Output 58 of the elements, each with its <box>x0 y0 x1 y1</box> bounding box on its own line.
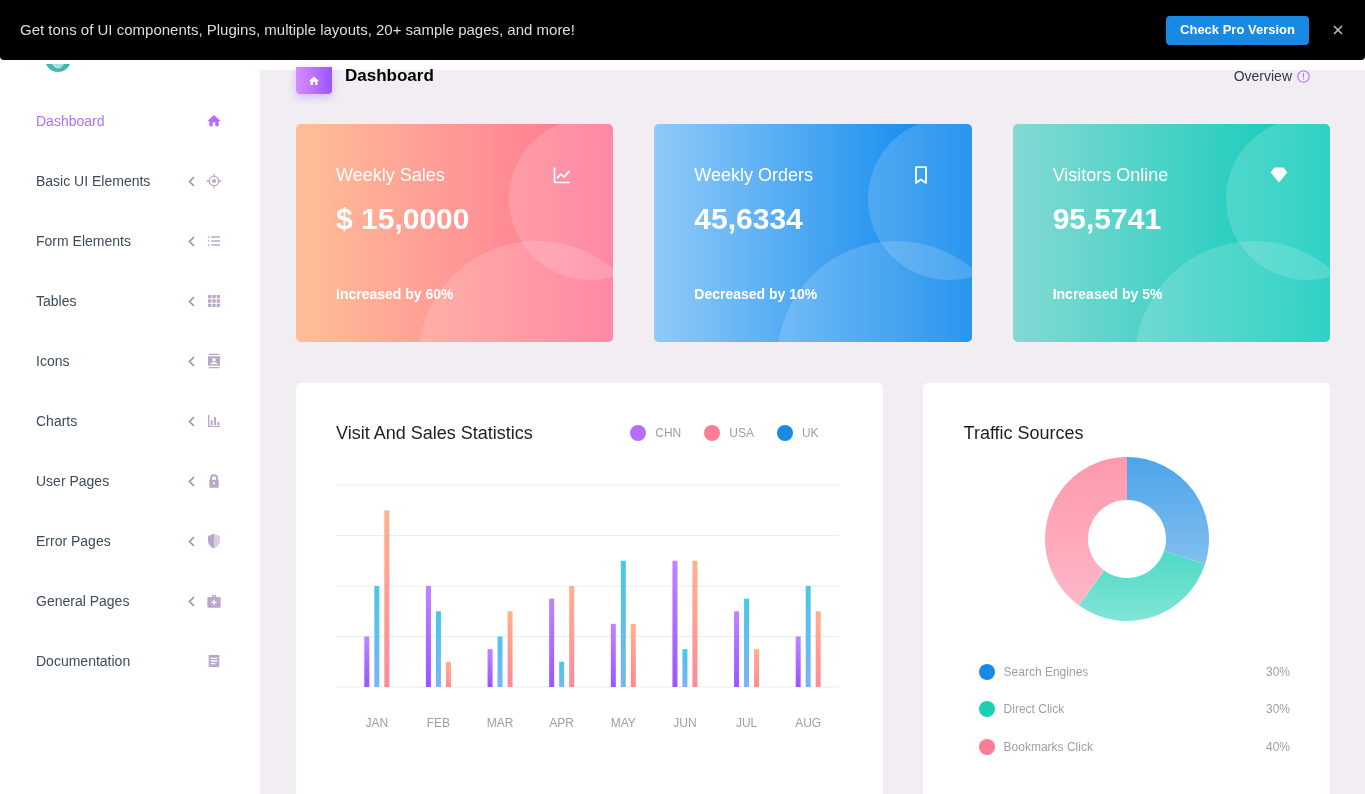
promo-text: Get tons of UI components, Plugins, multiple layouts, 20+ sample pages, and more! <box>20 19 575 40</box>
check-pro-button[interactable]: Check Pro Version <box>1166 15 1309 45</box>
legend-value: 30% <box>1265 701 1290 719</box>
card-title: Visitors Online <box>1052 164 1169 186</box>
lock-icon <box>206 473 222 489</box>
sidebar-item[interactable]: General Pages <box>0 571 260 631</box>
stat-change-text: Increased by 5% <box>1052 285 1164 304</box>
sidebar-item[interactable]: User Pages <box>0 451 260 511</box>
stat-value: 95,5741 <box>1052 201 1163 237</box>
list-icon <box>206 233 222 249</box>
card-title: Traffic Sources <box>963 422 1084 445</box>
document-icon <box>206 653 222 669</box>
shield-icon <box>206 533 222 549</box>
card-title: Visit And Sales Statistics <box>336 422 533 445</box>
home-icon <box>206 113 222 129</box>
legend-label: UK <box>801 425 819 442</box>
stat-change-text: Increased by 60% <box>336 285 455 304</box>
home-icon <box>296 67 332 94</box>
crosshair-icon <box>206 173 222 189</box>
contact-card-icon <box>206 353 222 369</box>
legend-label: USA <box>729 425 754 442</box>
diamond-icon <box>1269 165 1289 185</box>
info-icon <box>1297 69 1310 83</box>
card-title: Weekly Sales <box>336 164 445 186</box>
logo-icon <box>46 64 70 72</box>
legend-label: CHN <box>655 425 682 442</box>
legend-value: 40% <box>1265 738 1290 756</box>
close-icon <box>1333 25 1343 35</box>
sidebar-item[interactable]: Form Elements <box>0 211 260 271</box>
close-button[interactable] <box>1333 25 1343 35</box>
breadcrumb-text: Overview <box>1233 67 1292 85</box>
axis-label: FEB <box>426 716 451 730</box>
axis-label: JUN <box>673 716 697 730</box>
axis-label: APR <box>549 716 575 730</box>
sidebar-item[interactable]: Charts <box>0 391 260 451</box>
axis-label: MAY <box>610 716 636 730</box>
axis-label: AUG <box>795 716 822 730</box>
axis-label: MAR <box>486 716 514 730</box>
stat-value: $ 15,0000 <box>336 201 471 237</box>
legend-label: Bookmarks Click <box>1003 738 1093 756</box>
grid-icon <box>206 293 222 309</box>
line-chart-icon <box>552 165 573 185</box>
axis-label: JUL <box>735 716 758 730</box>
sidebar-item[interactable]: Icons <box>0 331 260 391</box>
sidebar-item[interactable]: Tables <box>0 271 260 331</box>
sidebar-item[interactable]: Basic UI Elements <box>0 151 260 211</box>
legend-value: 30% <box>1265 663 1290 681</box>
stat-value: 45,6334 <box>694 201 804 237</box>
sidebar-item[interactable]: Error Pages <box>0 511 260 571</box>
page-title: Dashboard <box>345 67 434 85</box>
legend-label: Direct Click <box>1003 701 1065 719</box>
card-title: Weekly Orders <box>694 164 814 186</box>
axis-label: JAN <box>365 716 389 730</box>
legend-label: Search Engines <box>1003 663 1089 681</box>
sidebar-item[interactable]: Documentation <box>0 631 260 691</box>
stat-change-text: Decreased by 10% <box>694 285 819 304</box>
medical-bag-icon <box>206 593 222 609</box>
bar-chart-icon <box>206 413 222 429</box>
